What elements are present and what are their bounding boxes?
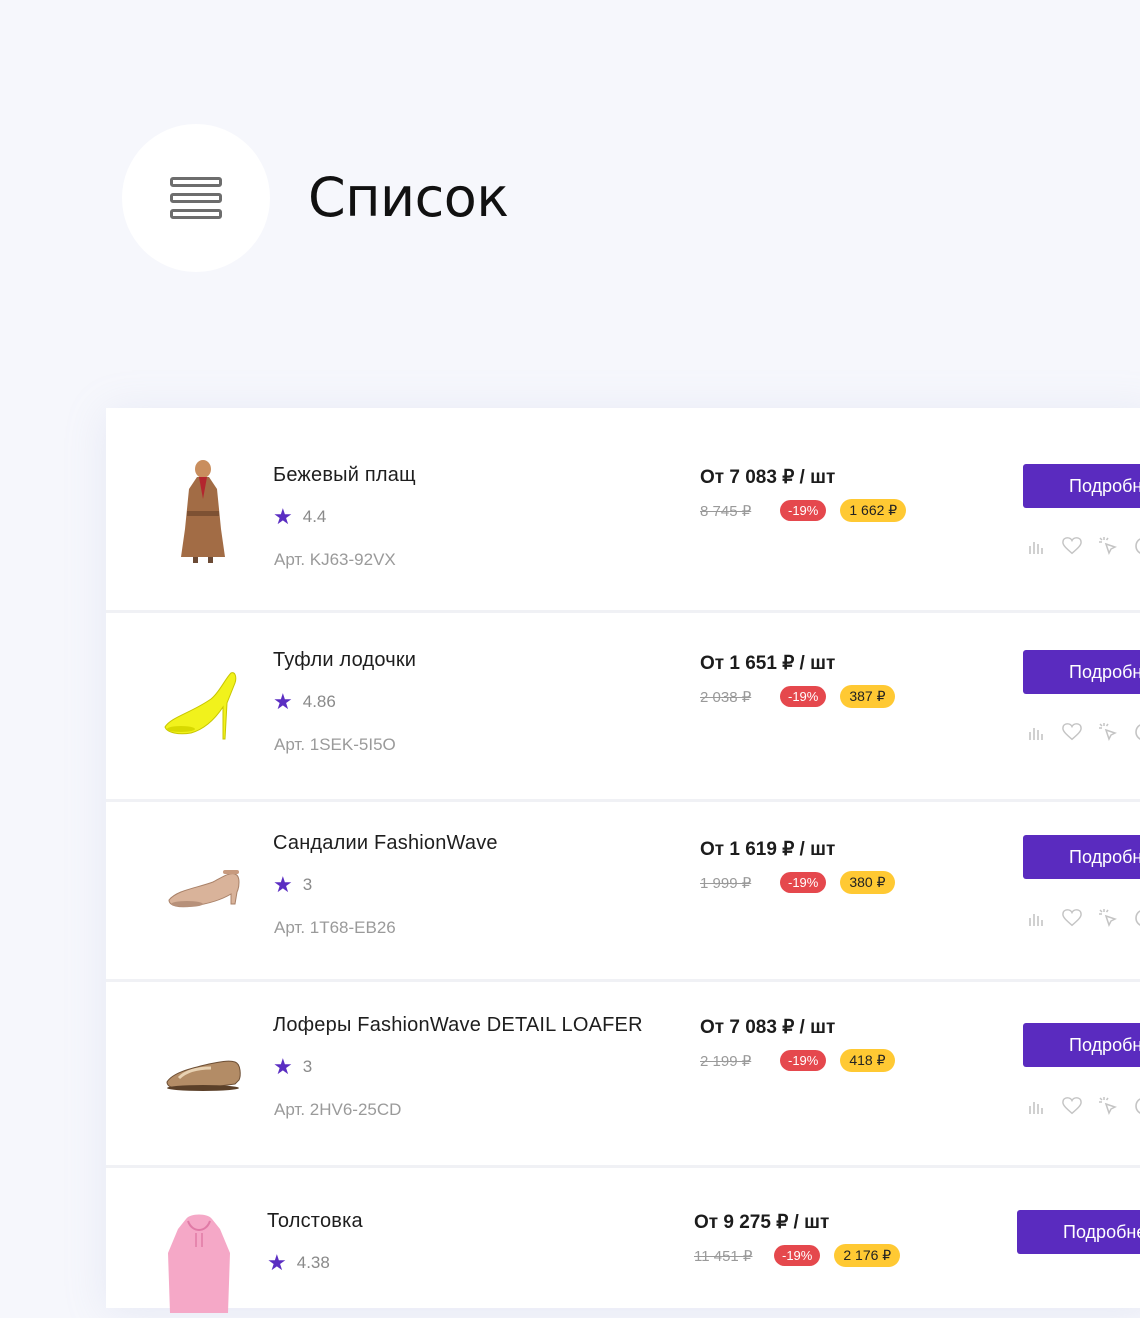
- quick-click-icon[interactable]: [1098, 1096, 1118, 1116]
- product-row: Бежевый плащ ★ 4.4 Арт. KJ63-92VX От 7 0…: [106, 408, 1140, 613]
- product-rating: ★ 3: [273, 874, 312, 896]
- product-name[interactable]: Туфли лодочки: [273, 649, 416, 672]
- discount-badge: -19%: [774, 1245, 821, 1266]
- star-icon: ★: [273, 872, 293, 897]
- product-price: От 1 619 ₽ / шт: [700, 839, 836, 860]
- quick-click-icon[interactable]: [1098, 722, 1118, 742]
- bonus-badge: 418 ₽: [840, 1049, 895, 1072]
- favorite-heart-icon[interactable]: [1062, 536, 1082, 556]
- product-name[interactable]: Бежевый плащ: [273, 464, 416, 487]
- product-rating: ★ 4.38: [267, 1252, 330, 1274]
- rating-value: 4.38: [296, 1253, 330, 1272]
- more-icon[interactable]: [1134, 908, 1140, 928]
- details-button[interactable]: Подробнее: [1017, 1210, 1140, 1254]
- compare-icon[interactable]: [1026, 908, 1046, 928]
- product-list: Бежевый плащ ★ 4.4 Арт. KJ63-92VX От 7 0…: [106, 408, 1140, 1313]
- product-name[interactable]: Сандалии FashionWave: [273, 832, 498, 855]
- bonus-badge: 2 176 ₽: [834, 1244, 901, 1267]
- price-details: 8 745 ₽ -19% 1 662 ₽: [700, 499, 907, 522]
- compare-icon[interactable]: [1026, 536, 1046, 556]
- product-price: От 7 083 ₽ / шт: [700, 467, 836, 488]
- discount-badge: -19%: [780, 686, 827, 707]
- price-details: 2 038 ₽ -19% 387 ₽: [700, 685, 895, 708]
- details-button[interactable]: Подробнее: [1023, 1023, 1140, 1067]
- bonus-badge: 380 ₽: [840, 871, 895, 894]
- discount-badge: -19%: [780, 872, 827, 893]
- product-image-loafers[interactable]: [158, 1016, 248, 1126]
- details-button[interactable]: Подробнее: [1023, 650, 1140, 694]
- favorite-heart-icon[interactable]: [1062, 722, 1082, 742]
- product-actions: [1026, 908, 1140, 928]
- more-icon[interactable]: [1134, 722, 1140, 742]
- star-icon: ★: [273, 1054, 293, 1079]
- rating-value: 3: [302, 1057, 313, 1076]
- product-price: От 9 275 ₽ / шт: [694, 1212, 830, 1233]
- product-row: Туфли лодочки ★ 4.86 Арт. 1SEK-5I5O От 1…: [106, 613, 1140, 802]
- product-actions: [1026, 1096, 1140, 1116]
- rating-value: 3: [302, 875, 313, 894]
- old-price: 11 451 ₽: [694, 1247, 753, 1265]
- favorite-heart-icon[interactable]: [1062, 908, 1082, 928]
- old-price: 2 038 ₽: [700, 688, 752, 706]
- product-actions: [1026, 722, 1140, 742]
- product-row: Лоферы FashionWave DETAIL LOAFER ★ 3 Арт…: [106, 982, 1140, 1168]
- old-price: 1 999 ₽: [700, 874, 752, 892]
- details-button[interactable]: Подробнее: [1023, 835, 1140, 879]
- product-sku: Арт. 2HV6-25CD: [274, 1100, 402, 1119]
- bonus-badge: 1 662 ₽: [840, 499, 907, 522]
- star-icon: ★: [267, 1250, 287, 1275]
- quick-click-icon[interactable]: [1098, 536, 1118, 556]
- rating-value: 4.4: [302, 507, 327, 526]
- more-icon[interactable]: [1134, 1096, 1140, 1116]
- product-rating: ★ 3: [273, 1056, 312, 1078]
- product-sku: Арт. 1SEK-5I5O: [274, 735, 396, 754]
- compare-icon[interactable]: [1026, 722, 1046, 742]
- product-price: От 1 651 ₽ / шт: [700, 653, 836, 674]
- price-details: 2 199 ₽ -19% 418 ₽: [700, 1049, 895, 1072]
- list-view-icon: [170, 177, 222, 219]
- product-name[interactable]: Толстовка: [267, 1210, 363, 1233]
- product-rating: ★ 4.86: [273, 691, 336, 713]
- star-icon: ★: [273, 504, 293, 529]
- product-rating: ★ 4.4: [273, 506, 326, 528]
- compare-icon[interactable]: [1026, 1096, 1046, 1116]
- details-button[interactable]: Подробнее: [1023, 464, 1140, 508]
- page-title: Список: [308, 166, 509, 229]
- product-sku: Арт. 1T68-EB26: [274, 918, 396, 937]
- rating-value: 4.86: [302, 692, 336, 711]
- list-view-icon-circle: [122, 124, 270, 272]
- bonus-badge: 387 ₽: [840, 685, 895, 708]
- product-sku: Арт. KJ63-92VX: [274, 550, 396, 569]
- price-details: 11 451 ₽ -19% 2 176 ₽: [694, 1244, 901, 1267]
- product-row: Сандалии FashionWave ★ 3 Арт. 1T68-EB26 …: [106, 802, 1140, 982]
- discount-badge: -19%: [780, 1050, 827, 1071]
- more-icon[interactable]: [1134, 536, 1140, 556]
- product-name[interactable]: Лоферы FashionWave DETAIL LOAFER: [273, 1014, 643, 1037]
- product-image-hoodie[interactable]: [154, 1208, 244, 1318]
- discount-badge: -19%: [780, 500, 827, 521]
- old-price: 8 745 ₽: [700, 502, 752, 520]
- star-icon: ★: [273, 689, 293, 714]
- product-actions: [1026, 536, 1140, 556]
- old-price: 2 199 ₽: [700, 1052, 752, 1070]
- product-price: От 7 083 ₽ / шт: [700, 1017, 836, 1038]
- product-image-coat[interactable]: [158, 456, 248, 566]
- product-image-sandals[interactable]: [158, 832, 248, 942]
- price-details: 1 999 ₽ -19% 380 ₽: [700, 871, 895, 894]
- product-image-pumps[interactable]: [158, 651, 248, 761]
- favorite-heart-icon[interactable]: [1062, 1096, 1082, 1116]
- quick-click-icon[interactable]: [1098, 908, 1118, 928]
- product-row: Толстовка ★ 4.38 От 9 275 ₽ / шт 11 451 …: [106, 1168, 1140, 1313]
